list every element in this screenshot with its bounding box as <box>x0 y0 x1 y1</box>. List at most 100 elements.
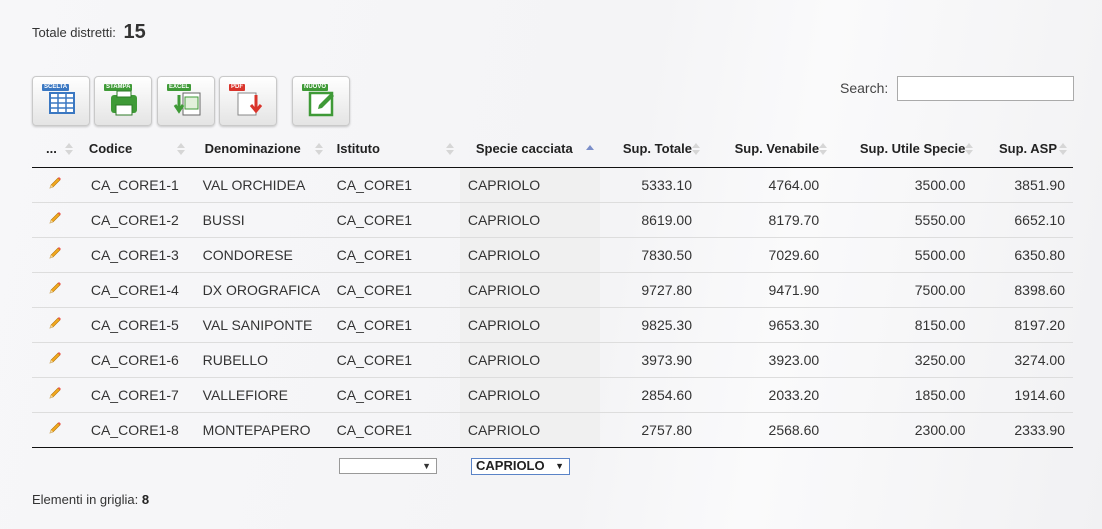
new-edit-icon <box>308 91 334 117</box>
header-row: ... Codice Denominazione Istituto Specie… <box>32 131 1073 168</box>
cell-sup-totale: 9727.80 <box>599 271 706 307</box>
col-sup-totale[interactable]: Sup. Totale <box>599 131 706 168</box>
cell-specie: CAPRIOLO <box>459 236 600 272</box>
col-sup-venabile[interactable]: Sup. Venabile <box>705 131 834 168</box>
col-sup-asp[interactable]: Sup. ASP <box>979 131 1073 168</box>
cell-specie: CAPRIOLO <box>459 271 600 307</box>
sort-icon <box>1059 142 1067 156</box>
edit-pencil-icon <box>49 212 62 224</box>
cell-sup-venabile: 2033.20 <box>705 376 834 412</box>
grid-count: Elementi in griglia: 8 <box>32 492 149 507</box>
cell-sup-totale: 3973.90 <box>599 341 706 377</box>
cell-denominazione: VAL ORCHIDEA <box>202 176 306 193</box>
cell-codice: CA_CORE1-5 <box>78 306 191 342</box>
sort-icon <box>314 142 323 156</box>
cell-sup-totale: 9825.30 <box>599 306 706 342</box>
pdf-export-button[interactable]: PDF <box>219 76 277 126</box>
edit-cell[interactable] <box>32 271 79 307</box>
cell-istituto: CA_CORE1 <box>328 341 460 377</box>
cell-sup-asp: 3851.90 <box>1014 176 1065 193</box>
total-districts-label: Totale distretti: <box>32 25 116 40</box>
istituto-filter-select[interactable]: ▼ <box>339 458 437 474</box>
cell-specie: CAPRIOLO <box>459 167 600 202</box>
cell-sup-utile-specie: 3500.00 <box>914 176 966 193</box>
sort-asc-icon <box>585 142 594 156</box>
cell-sup-asp: 1914.60 <box>979 376 1073 412</box>
cell-codice: CA_CORE1-2 <box>78 201 191 237</box>
cell-sup-utile-specie: 5500.00 <box>833 236 980 272</box>
col-istituto[interactable]: Istituto <box>328 131 460 168</box>
cell-sup-asp: 8197.20 <box>979 306 1073 342</box>
cell-sup-venabile: 7029.60 <box>705 236 834 272</box>
cell-denominazione: MONTEPAPERO <box>190 411 329 448</box>
cell-sup-utile-specie: 5550.00 <box>833 201 980 237</box>
cell-sup-venabile: 9471.90 <box>705 271 834 307</box>
specie-filter-select[interactable]: CAPRIOLO ▼ <box>471 458 570 475</box>
pdf-icon <box>237 92 263 116</box>
cell-sup-utile-specie: 7500.00 <box>833 271 980 307</box>
cell-denominazione: RUBELLO <box>190 341 329 377</box>
cell-sup-venabile: 4764.00 <box>768 176 820 193</box>
edit-cell[interactable] <box>32 236 79 272</box>
cell-sup-asp: 6350.80 <box>979 236 1073 272</box>
printer-icon <box>111 90 137 116</box>
cell-sup-venabile: 2568.60 <box>705 411 834 448</box>
cell-codice: CA_CORE1-7 <box>78 376 191 412</box>
table-row[interactable]: CA_CORE1-5 VAL SANIPONTE CA_CORE1 CAPRIOLO 9… <box>32 306 1073 342</box>
excel-export-button[interactable]: EXCEL <box>157 76 215 126</box>
search-label: Search: <box>840 80 889 96</box>
sort-icon <box>176 142 185 156</box>
new-record-button[interactable]: NUOVO <box>292 76 350 126</box>
table-row[interactable]: CA_CORE1-7 VALLEFIORE CA_CORE1 CAPRIOLO 2854… <box>32 376 1073 412</box>
edit-cell[interactable] <box>32 167 79 202</box>
table-row[interactable]: CA_CORE1-4 DX OROGRAFICA CA_CORE1 CAPRIOLO 9… <box>32 271 1073 307</box>
cell-specie: CAPRIOLO <box>459 411 600 448</box>
cell-codice: CA_CORE1-1 <box>90 176 179 193</box>
cell-specie: CAPRIOLO <box>459 306 600 342</box>
col-actions[interactable]: ... <box>32 131 79 168</box>
choose-columns-button[interactable]: SCELTA <box>32 76 90 126</box>
edit-cell[interactable] <box>32 201 79 237</box>
cell-sup-utile-specie: 2300.00 <box>833 411 980 448</box>
cell-sup-utile-specie: 8150.00 <box>833 306 980 342</box>
col-specie-cacciata[interactable]: Specie cacciata <box>459 131 600 168</box>
table-row[interactable]: CA_CORE1-8 MONTEPAPERO CA_CORE1 CAPRIOLO 275… <box>32 411 1073 448</box>
col-denominazione[interactable]: Denominazione <box>190 131 329 168</box>
cell-sup-totale: 2757.80 <box>599 411 706 448</box>
print-button[interactable]: STAMPA <box>94 76 152 126</box>
cell-istituto: CA_CORE1 <box>328 236 460 272</box>
cell-denominazione: VALLEFIORE <box>190 376 329 412</box>
grid-count-value: 8 <box>141 492 150 507</box>
cell-sup-utile-specie: 3250.00 <box>833 341 980 377</box>
sort-icon <box>691 142 700 156</box>
cell-istituto: CA_CORE1 <box>336 176 413 193</box>
col-codice[interactable]: Codice <box>78 131 191 168</box>
table-row[interactable]: CA_CORE1-6 RUBELLO CA_CORE1 CAPRIOLO 3973.90… <box>32 341 1073 377</box>
sort-icon <box>64 142 73 156</box>
cell-sup-totale: 7830.50 <box>599 236 706 272</box>
search-input[interactable] <box>897 76 1074 101</box>
sort-icon <box>445 142 454 156</box>
edit-pencil-icon <box>49 177 62 189</box>
cell-sup-totale: 8619.00 <box>599 201 706 237</box>
cell-denominazione: VAL SANIPONTE <box>190 306 329 342</box>
table-row[interactable]: CA_CORE1-3 CONDORESE CA_CORE1 CAPRIOLO 7830.… <box>32 236 1073 272</box>
edit-pencil-icon <box>49 282 62 294</box>
edit-cell[interactable] <box>32 411 79 448</box>
edit-cell[interactable] <box>32 306 79 342</box>
table-row[interactable]: CA_CORE1-2 BUSSI CA_CORE1 CAPRIOLO 8619.00 81… <box>32 201 1073 237</box>
table-body: CA_CORE1-1 VAL ORCHIDEA CA_CORE1 CAPRIOLO 53… <box>32 167 1073 448</box>
sort-icon <box>819 142 828 156</box>
edit-cell[interactable] <box>32 376 79 412</box>
cell-sup-venabile: 8179.70 <box>705 201 834 237</box>
cell-sup-totale: 5333.10 <box>641 176 692 193</box>
cell-sup-asp: 8398.60 <box>979 271 1073 307</box>
cell-sup-venabile: 3923.00 <box>705 341 834 377</box>
edit-pencil-icon <box>49 317 62 329</box>
edit-cell[interactable] <box>32 341 79 377</box>
col-sup-utile-specie[interactable]: Sup. Utile Specie <box>833 131 980 168</box>
cell-sup-totale: 2854.60 <box>599 376 706 412</box>
grid-icon <box>49 92 75 114</box>
sort-icon <box>965 142 974 156</box>
table-row[interactable]: CA_CORE1-1 VAL ORCHIDEA CA_CORE1 CAPRIOLO 53… <box>32 167 1073 202</box>
